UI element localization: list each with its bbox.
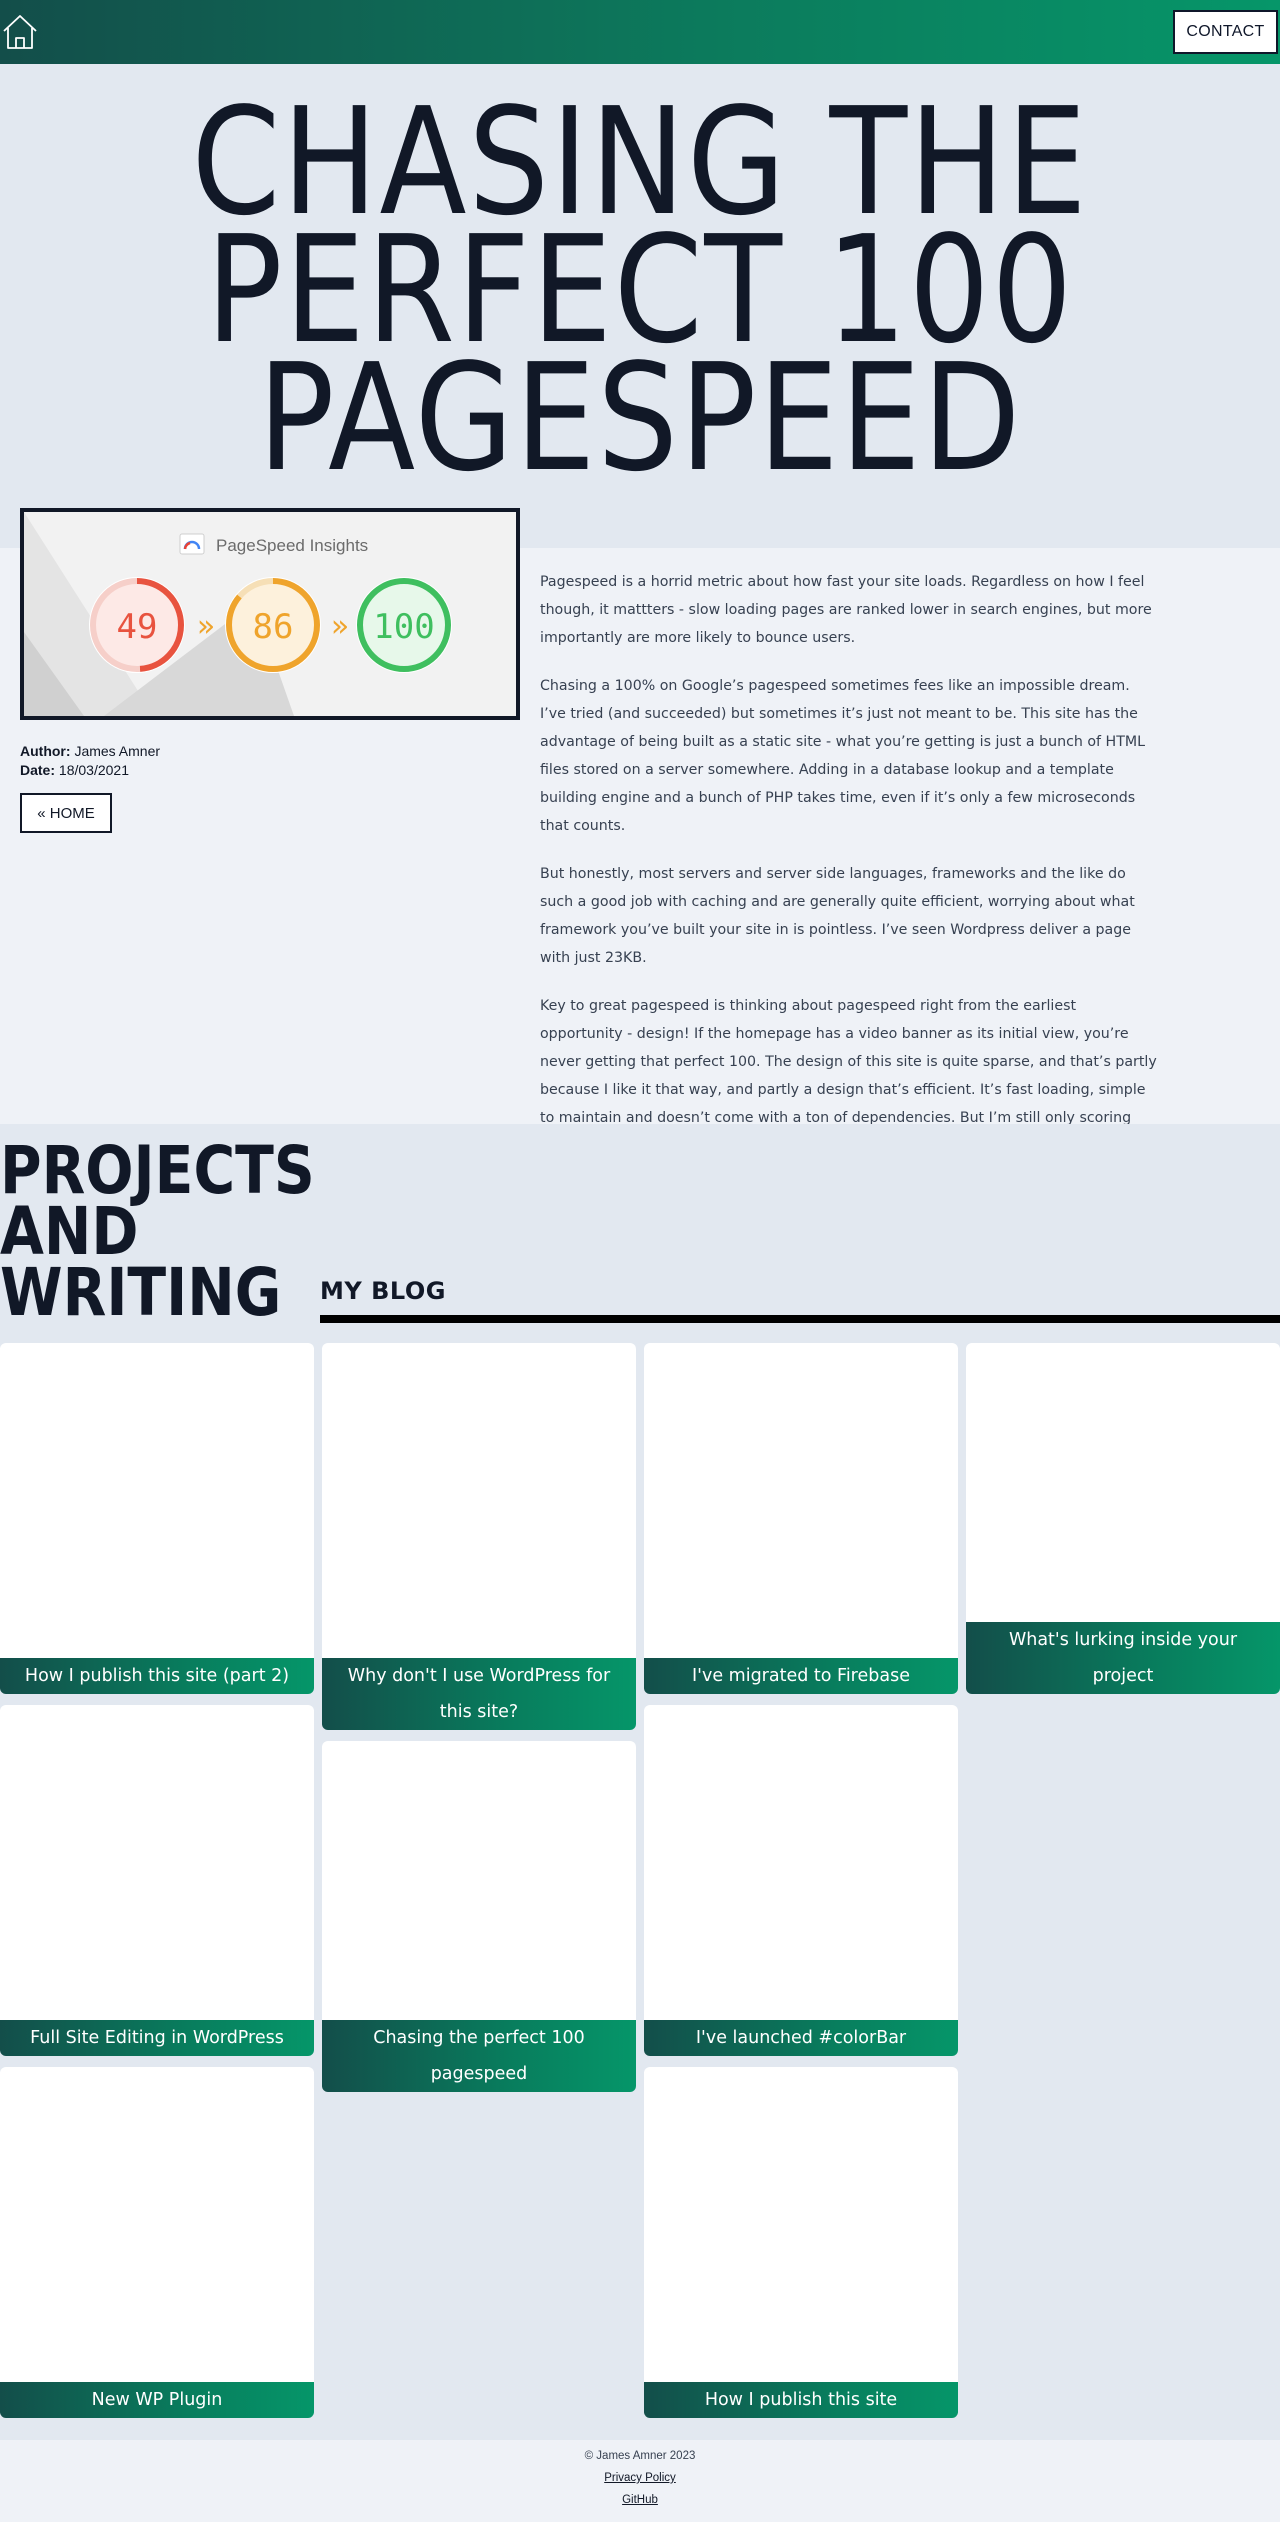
copyright-text: © James Amner 2023 bbox=[584, 2450, 696, 2462]
top-navigation-bar: CONTACT bbox=[0, 0, 1280, 64]
blog-card[interactable]: How I publish this site (part 2) bbox=[0, 1343, 314, 1694]
blog-card-title[interactable]: How I publish this site bbox=[644, 2382, 958, 2418]
home-button[interactable]: « HOME bbox=[20, 793, 112, 833]
blog-card-title[interactable]: New WP Plugin bbox=[0, 2382, 314, 2418]
blog-card[interactable]: I've launched #colorBar bbox=[644, 1705, 958, 2056]
article-paragraph: Pagespeed is a horrid metric about how f… bbox=[540, 574, 1152, 646]
blog-card[interactable]: What's lurking inside your project bbox=[966, 1343, 1280, 1694]
post-date: 18/03/2021 bbox=[58, 762, 129, 778]
blog-card-title[interactable]: I've migrated to Firebase bbox=[644, 1658, 958, 1694]
blog-card-title[interactable]: Why don't I use WordPress for this site? bbox=[322, 1658, 636, 1730]
score-value: 100 bbox=[373, 607, 434, 647]
blog-card-title[interactable]: I've launched #colorBar bbox=[644, 2020, 958, 2056]
article-body: Pagespeed is a horrid metric about how f… bbox=[540, 568, 1160, 1180]
blog-card[interactable]: New WP Plugin bbox=[0, 2067, 314, 2418]
hero-section: CHASING THE PERFECT 100 PAGESPEED bbox=[0, 64, 1280, 548]
author-label: Author: bbox=[20, 743, 71, 759]
blog-card-title[interactable]: Full Site Editing in WordPress bbox=[0, 2020, 314, 2056]
footer: © James Amner 2023 Privacy Policy GitHub bbox=[0, 2440, 1280, 2522]
blog-card-title[interactable]: What's lurking inside your project bbox=[966, 1622, 1280, 1694]
article-paragraph: Chasing a 100% on Google’s pagespeed som… bbox=[540, 678, 1146, 834]
chevron-right-icon: » bbox=[197, 609, 215, 644]
score-value: 49 bbox=[117, 607, 158, 647]
score-value: 86 bbox=[253, 607, 294, 647]
blog-card[interactable]: Chasing the perfect 100 pagespeed bbox=[322, 1741, 636, 2092]
blog-heading: MY BLOG bbox=[320, 1277, 446, 1305]
blog-card[interactable]: Full Site Editing in WordPress bbox=[0, 1705, 314, 2056]
github-link[interactable]: GitHub bbox=[0, 2494, 1280, 2506]
blog-divider bbox=[320, 1315, 1280, 1323]
author-name: James Amner bbox=[74, 743, 161, 759]
privacy-policy-link[interactable]: Privacy Policy bbox=[0, 2472, 1280, 2484]
banner-product-name: PageSpeed Insights bbox=[216, 536, 368, 555]
contact-button[interactable]: CONTACT bbox=[1173, 10, 1278, 54]
page-title: CHASING THE PERFECT 100 PAGESPEED bbox=[191, 76, 1089, 504]
pagespeed-logo-icon bbox=[179, 533, 205, 555]
blog-card[interactable]: How I publish this site bbox=[644, 2067, 958, 2418]
score-gauge-average: 86 bbox=[225, 577, 321, 673]
home-icon[interactable] bbox=[2, 13, 38, 51]
score-gauge-good: 100 bbox=[356, 577, 452, 673]
blog-card-title[interactable]: Chasing the perfect 100 pagespeed bbox=[322, 2020, 636, 2092]
projects-title: PROJECTS AND WRITING bbox=[0, 1132, 315, 1331]
score-gauge-poor: 49 bbox=[89, 577, 185, 673]
blog-card[interactable]: I've migrated to Firebase bbox=[644, 1343, 958, 1694]
chevron-right-icon: » bbox=[331, 609, 349, 644]
pagespeed-banner-image: PageSpeed Insights 49 » 86 » 100 bbox=[20, 508, 520, 720]
blog-card-title[interactable]: How I publish this site (part 2) bbox=[0, 1658, 314, 1694]
blog-card[interactable]: Why don't I use WordPress for this site? bbox=[322, 1343, 636, 1730]
article-paragraph: But honestly, most servers and server si… bbox=[540, 866, 1135, 966]
post-meta: Author: James Amner Date: 18/03/2021 bbox=[20, 742, 160, 780]
date-label: Date: bbox=[20, 762, 56, 778]
